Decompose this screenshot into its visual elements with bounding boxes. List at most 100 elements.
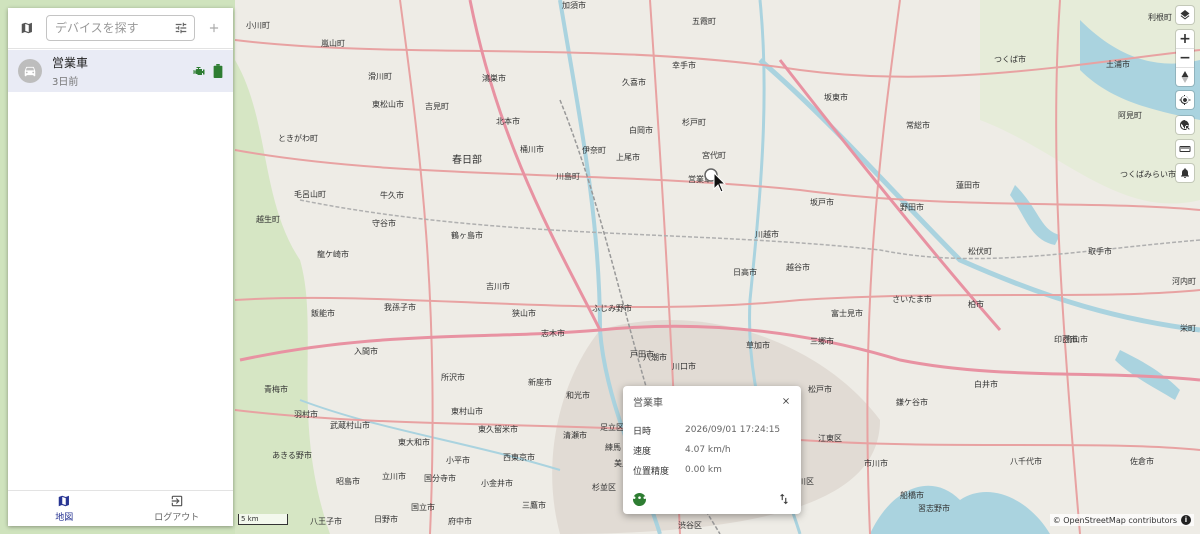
place-label: 常総市 [906,120,930,130]
place-label: 吉見町 [425,102,449,111]
popup-row-key: 日時 [633,426,652,437]
avatar [18,59,42,83]
compass-button[interactable] [1176,68,1194,86]
place-label: 川越市 [755,229,779,239]
place-label: 坂東市 [824,92,848,102]
popup-row-value: 2026/09/01 17:24:15 [685,425,781,435]
place-label: 印西市 [1054,334,1078,344]
nav-map[interactable]: 地図 [8,491,121,526]
place-label: 嵐山町 [321,38,345,48]
nav-map-label: 地図 [55,513,74,523]
layers-icon [1180,10,1190,20]
place-label: 東松山市 [372,99,404,109]
nav-logout[interactable]: ログアウト [121,491,234,526]
search-input[interactable] [53,20,170,36]
place-label: 柏市 [968,299,984,309]
route-icon[interactable] [777,492,791,506]
ruler-button[interactable] [1176,140,1194,158]
map-icon [21,22,32,34]
place-label: 新座市 [528,377,552,387]
place-label: さいたま市 [892,294,932,304]
place-label: 昭島市 [336,476,360,486]
place-label: 清瀬市 [563,430,587,440]
place-label: 練馬 [605,442,621,452]
place-label: 栄町 [1180,323,1196,333]
zoom-out-button[interactable]: − [1176,49,1194,68]
place-label: 江東区 [818,433,842,443]
map-scale: 5 km [238,514,288,525]
info-icon[interactable]: i [1181,515,1191,525]
place-label: 春日部 [452,153,482,166]
popup-row-value: 0.00 km [685,465,722,475]
device-popup: 営業車 日時 2026/09/01 17:24:15 速度 4.07 km/h … [623,386,801,514]
device-list-empty-space [8,92,233,490]
zoom-controls: + − [1176,30,1194,86]
place-label: 足立区 [600,422,624,432]
popup-row-time: 日時 2026/09/01 17:24:15 [623,420,801,440]
layers-button[interactable] [1176,6,1194,24]
place-label: 杉並区 [592,482,616,492]
place-label: 西東京市 [503,452,535,462]
place-label: 伊奈町 [582,145,606,155]
plus-icon [209,23,219,33]
place-label: 毛呂山町 [294,189,326,199]
place-label: 白岡市 [629,125,653,135]
place-label: 鶴ヶ島市 [451,230,483,240]
map-view-button[interactable] [14,15,40,41]
nav-logout-label: ログアウト [154,513,200,523]
add-device-button[interactable] [201,15,227,41]
popup-row-accuracy: 位置精度 0.00 km [623,460,801,480]
place-label: 日野市 [374,514,398,524]
place-label: 五霞町 [692,17,716,26]
place-label: 府中市 [448,516,472,526]
device-last-seen: 3日前 [52,77,79,88]
popup-header: 営業車 [623,386,801,409]
place-label: 東大和市 [398,437,430,447]
place-label: 白井市 [974,379,998,389]
search-box [46,15,195,41]
place-label: 日高市 [733,267,757,277]
ruler-icon [1179,146,1191,152]
travel-explore-icon [1180,120,1190,130]
device-info: 営業車 3日前 [52,54,183,88]
place-label: 八王子市 [310,516,342,526]
filter-icon[interactable] [174,21,188,35]
place-label: 習志野市 [918,503,950,513]
close-icon[interactable] [781,396,791,406]
place-label: 蓮田市 [956,180,980,190]
place-label: 入間市 [354,346,378,356]
device-name: 営業車 [52,56,89,70]
place-label: 松伏町 [968,246,992,256]
place-label: 桶川市 [520,144,544,154]
place-label: 国立市 [411,502,435,512]
place-label: 滑川町 [368,71,392,81]
place-label: 狭山市 [512,308,536,318]
place-label: 上尾市 [616,152,640,162]
place-label: 坂戸市 [810,197,834,207]
device-list-item[interactable]: 営業車 3日前 [8,50,233,92]
place-label: 八潮市 [643,352,667,362]
car-icon [24,66,36,77]
attribution-text[interactable]: © OpenStreetMap contributors [1053,516,1177,525]
minus-icon: − [1179,50,1191,66]
zoom-in-button[interactable]: + [1176,30,1194,49]
geofence-button[interactable] [1176,116,1194,134]
place-label: 幸手市 [672,60,696,70]
notifications-button[interactable] [1176,164,1194,182]
more-options-button[interactable]: ••• [632,492,647,506]
place-label: 東久留米市 [478,424,518,434]
locate-button[interactable] [1176,91,1194,109]
place-label: ふじみ野市 [592,303,632,313]
place-label: 北本市 [496,116,520,126]
compass-icon [1181,71,1189,83]
place-label: 鴻巣市 [482,73,506,83]
place-label: 草加市 [746,340,770,350]
place-label: 川島町 [556,171,580,181]
engine-icon [193,67,205,75]
popup-row-key: 速度 [633,446,652,457]
logout-icon [171,495,182,507]
bell-icon [1181,168,1189,178]
place-label: 所沢市 [441,372,465,382]
place-label: 立川市 [382,471,406,481]
place-label: 加須市 [562,0,586,10]
